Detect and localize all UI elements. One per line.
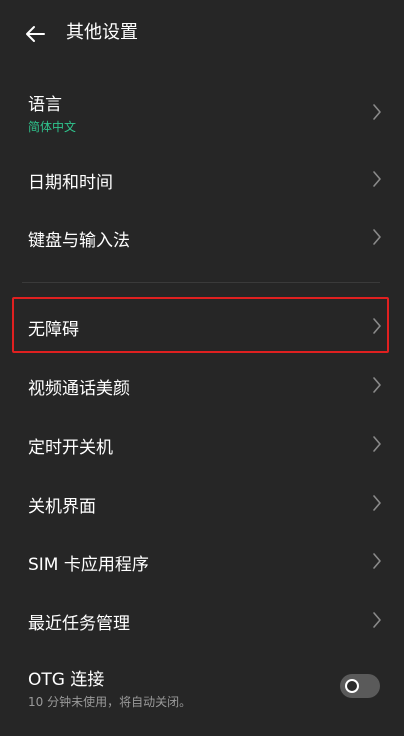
chevron-right-icon: [373, 612, 381, 628]
setting-row-date-time[interactable]: 日期和时间: [0, 150, 404, 208]
toggle-knob: [345, 679, 359, 693]
settings-screen: 其他设置 语言 简体中文 日期和时间 键盘与输入法 无障碍 视频通话美颜 定时开…: [0, 0, 404, 736]
page-title: 其他设置: [66, 22, 138, 43]
setting-row-recent-tasks[interactable]: 最近任务管理: [0, 591, 404, 649]
otg-toggle[interactable]: [340, 674, 380, 698]
chevron-right-icon: [373, 229, 381, 245]
top-bar: 其他设置: [0, 0, 404, 66]
chevron-right-icon: [373, 553, 381, 569]
setting-row-language[interactable]: 语言 简体中文: [0, 80, 404, 142]
chevron-right-icon: [373, 377, 381, 393]
setting-label-otg: OTG 连接: [28, 670, 105, 690]
chevron-right-icon: [373, 495, 381, 511]
setting-row-video-beauty[interactable]: 视频通话美颜: [0, 356, 404, 414]
setting-label-recent-tasks: 最近任务管理: [28, 614, 130, 634]
setting-sub-otg: 10 分钟未使用，将自动关闭。: [28, 695, 192, 709]
setting-label-keyboard: 键盘与输入法: [28, 231, 130, 251]
chevron-right-icon: [373, 104, 381, 120]
setting-sub-language: 简体中文: [28, 120, 77, 134]
arrow-left-icon: [26, 26, 45, 42]
back-button[interactable]: [22, 20, 50, 48]
chevron-right-icon: [373, 436, 381, 452]
setting-row-keyboard[interactable]: 键盘与输入法: [0, 208, 404, 266]
setting-row-poweroff-screen[interactable]: 关机界面: [0, 474, 404, 532]
setting-label-accessibility: 无障碍: [28, 320, 79, 340]
setting-label-poweroff-screen: 关机界面: [28, 497, 96, 517]
setting-label-scheduled-power: 定时开关机: [28, 438, 113, 458]
section-divider: [22, 282, 380, 283]
chevron-right-icon: [373, 171, 381, 187]
setting-label-sim-apps: SIM 卡应用程序: [28, 555, 149, 575]
setting-label-language: 语言: [28, 95, 62, 115]
setting-label-video-beauty: 视频通话美颜: [28, 379, 130, 399]
setting-row-accessibility[interactable]: 无障碍: [0, 299, 404, 351]
setting-row-sim-apps[interactable]: SIM 卡应用程序: [0, 532, 404, 590]
setting-label-date-time: 日期和时间: [28, 173, 113, 193]
chevron-right-icon: [373, 318, 381, 334]
setting-row-scheduled-power[interactable]: 定时开关机: [0, 415, 404, 473]
